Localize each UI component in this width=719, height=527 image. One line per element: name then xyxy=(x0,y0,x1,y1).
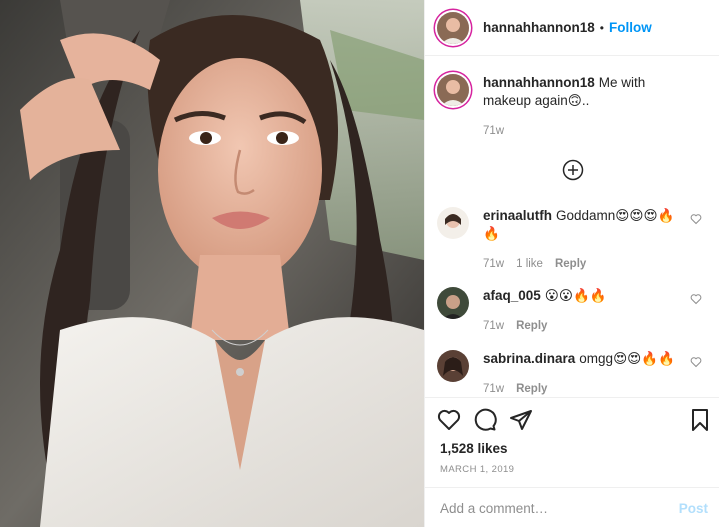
heart-icon[interactable] xyxy=(690,293,702,305)
selfie-photo-illustration xyxy=(0,0,424,527)
commenter-avatar[interactable] xyxy=(437,207,469,239)
comment-username[interactable]: sabrina.dinara xyxy=(483,351,575,366)
follow-button[interactable]: Follow xyxy=(609,20,652,35)
plus-circle-icon[interactable] xyxy=(562,159,584,181)
commenter-avatar[interactable] xyxy=(437,350,469,382)
caption: hannahhannon18 Me with makeup again🙃.. 71… xyxy=(437,74,712,140)
comment-text: 😮😮🔥🔥 xyxy=(544,288,607,303)
post-comment-button[interactable]: Post xyxy=(679,501,708,516)
comment-item: afaq_005 😮😮🔥🔥 71w Reply xyxy=(437,287,712,335)
post-sidebar: hannahhannon18 • Follow hannahhannon18 Me… xyxy=(424,0,719,527)
reply-button[interactable]: Reply xyxy=(516,380,547,397)
comment-bubble-icon[interactable] xyxy=(473,408,497,432)
heart-icon[interactable] xyxy=(437,408,461,432)
comment-time[interactable]: 71w xyxy=(483,380,504,397)
comment-likes[interactable]: 1 like xyxy=(516,255,543,273)
separator-dot: • xyxy=(599,20,604,35)
bookmark-icon[interactable] xyxy=(688,408,712,432)
post-photo[interactable] xyxy=(0,0,424,527)
comment-text: omgg😍😍🔥🔥 xyxy=(579,351,675,366)
paper-plane-icon[interactable] xyxy=(509,408,533,432)
instagram-post: hannahhannon18 • Follow hannahhannon18 Me… xyxy=(0,0,719,527)
add-comment-box: Post xyxy=(425,487,719,527)
heart-icon[interactable] xyxy=(690,356,702,368)
reply-button[interactable]: Reply xyxy=(516,317,547,335)
likes-count[interactable]: 1,528 likes xyxy=(440,441,508,456)
heart-icon[interactable] xyxy=(690,213,702,225)
caption-avatar[interactable] xyxy=(437,74,469,106)
comment-username[interactable]: afaq_005 xyxy=(483,288,541,303)
comment-username[interactable]: erinaalutfh xyxy=(483,208,552,223)
caption-time[interactable]: 71w xyxy=(483,122,504,140)
post-date[interactable]: MARCH 1, 2019 xyxy=(440,464,514,475)
comments-section[interactable]: hannahhannon18 Me with makeup again🙃.. 71… xyxy=(425,57,719,397)
comment-item: erinaalutfh Goddamn😍😍😍🔥🔥 71w 1 like Reply xyxy=(437,207,712,273)
comment-time[interactable]: 71w xyxy=(483,255,504,273)
author-username[interactable]: hannahhannon18 xyxy=(483,20,595,35)
comment-time[interactable]: 71w xyxy=(483,317,504,335)
reply-button[interactable]: Reply xyxy=(555,255,586,273)
action-bar xyxy=(437,408,712,434)
post-actions: 1,528 likes MARCH 1, 2019 Post xyxy=(425,397,719,527)
post-header: hannahhannon18 • Follow xyxy=(425,0,719,56)
author-avatar[interactable] xyxy=(437,11,469,44)
commenter-avatar[interactable] xyxy=(437,287,469,319)
comment-item: sabrina.dinara omgg😍😍🔥🔥 71w Reply xyxy=(437,350,712,397)
caption-username[interactable]: hannahhannon18 xyxy=(483,75,595,90)
comment-input[interactable] xyxy=(440,500,679,516)
